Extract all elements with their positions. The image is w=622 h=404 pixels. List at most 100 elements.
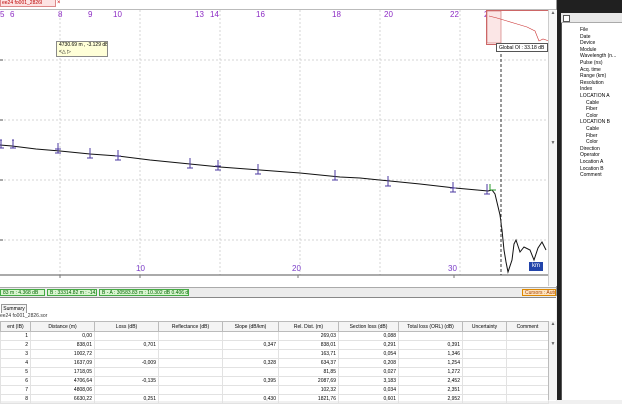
scroll-up-icon[interactable]: ▲ bbox=[550, 321, 556, 328]
table-cell: 1,254 bbox=[398, 358, 463, 368]
table-cell: 3,183 bbox=[338, 376, 399, 386]
table-cell: 1,272 bbox=[398, 367, 463, 377]
cursor-mode-button[interactable]: Cursors : Auto bbox=[522, 289, 556, 296]
expand-icon[interactable] bbox=[563, 15, 570, 22]
table-cell: 6 bbox=[0, 376, 31, 386]
table-cell: 4808,06 bbox=[30, 385, 95, 395]
summary-file-name: ee24 fo001_2826.sor bbox=[0, 313, 48, 319]
marker-readout: 4730.69 m , -3.129 dB <△ ▷ bbox=[56, 41, 108, 57]
table-cell bbox=[158, 394, 223, 404]
column-header[interactable]: Uncertainty bbox=[462, 321, 507, 332]
property-label: Location A bbox=[580, 159, 604, 165]
tab-summary[interactable]: Summary bbox=[1, 304, 27, 313]
table-cell: 6630,22 bbox=[30, 394, 95, 404]
table-cell bbox=[94, 349, 159, 359]
property-label: Fiber bbox=[586, 132, 598, 139]
property-label: Comment bbox=[580, 172, 602, 179]
table-vertical-scrollbar[interactable]: ▲ ▼ bbox=[548, 321, 557, 400]
column-header[interactable]: Slope (dB/km) bbox=[222, 321, 279, 332]
table-cell: 163,71 bbox=[278, 349, 339, 359]
column-header[interactable]: Comment bbox=[506, 321, 549, 332]
table-cell bbox=[462, 349, 507, 359]
table-cell: 2,952 bbox=[398, 394, 463, 404]
property-label: Resolution bbox=[580, 79, 604, 86]
cursor-b-marker bbox=[489, 184, 496, 191]
column-header[interactable]: Reflectance (dB) bbox=[158, 321, 223, 332]
table-cell bbox=[506, 376, 549, 386]
table-row[interactable]: 3 1002,72 163,71 0,054 1,346 bbox=[0, 349, 549, 359]
table-cell: 5 bbox=[0, 367, 31, 377]
table-row[interactable]: 6 4706,64 -0,135 0,395 2087,69 3,183 2,452 bbox=[0, 376, 549, 386]
property-label: Location B bbox=[580, 165, 604, 172]
scroll-down-icon[interactable]: ▼ bbox=[550, 341, 556, 348]
table-cell bbox=[222, 331, 279, 341]
table-cell bbox=[462, 331, 507, 341]
table-cell: 0,027 bbox=[338, 367, 399, 377]
cursor-a-readout: 83 m : 4.368 dB bbox=[0, 289, 45, 296]
table-cell bbox=[94, 331, 159, 341]
table-cell: 1002,72 bbox=[30, 349, 95, 359]
table-cell: 0,251 bbox=[94, 394, 159, 404]
column-header[interactable]: Rel. Dist. (m) bbox=[278, 321, 339, 332]
x-tick-label: 10 bbox=[136, 264, 145, 273]
table-cell: 2,351 bbox=[398, 385, 463, 395]
column-header[interactable]: ent (IB) bbox=[0, 321, 31, 332]
table-cell bbox=[506, 394, 549, 404]
table-cell bbox=[462, 358, 507, 368]
table-cell bbox=[158, 376, 223, 386]
column-header[interactable]: Total loss (ORL) (dB) bbox=[398, 321, 463, 332]
property-label: File bbox=[580, 27, 589, 33]
graph-vertical-scrollbar[interactable]: ▲ ▼ bbox=[548, 10, 557, 286]
table-cell bbox=[462, 394, 507, 404]
column-header[interactable]: Loss (dB) bbox=[94, 321, 159, 332]
table-cell: 8 bbox=[0, 394, 31, 404]
global-loss-label: Global OI : 33.18 dB bbox=[496, 43, 548, 52]
table-cell bbox=[222, 385, 279, 395]
property-label: Cable bbox=[586, 126, 600, 132]
property-label: Wavelength (n... bbox=[580, 53, 617, 60]
table-cell: 4706,64 bbox=[30, 376, 95, 386]
table-row[interactable]: 8 6630,22 0,251 0,430 1821,76 0,601 2,952 bbox=[0, 394, 549, 404]
property-label: Operator bbox=[580, 152, 600, 159]
table-cell bbox=[158, 385, 223, 395]
table-cell bbox=[462, 340, 507, 350]
table-row[interactable]: 4 1637,09 -0,009 0,328 634,37 0,208 1,254 bbox=[0, 358, 549, 368]
table-cell: 0,208 bbox=[338, 358, 399, 368]
table-row[interactable]: 7 4808,06 102,32 0,034 2,351 bbox=[0, 385, 549, 395]
scroll-up-icon[interactable]: ▲ bbox=[550, 10, 556, 17]
property-label: Fiber bbox=[586, 106, 598, 113]
trace-overview-thumbnail[interactable] bbox=[486, 10, 552, 45]
table-cell: 838,01 bbox=[278, 340, 339, 350]
table-cell: 634,37 bbox=[278, 358, 339, 368]
table-cell bbox=[506, 358, 549, 368]
property-label: Color bbox=[586, 112, 598, 119]
column-header[interactable]: Section loss (dB) bbox=[338, 321, 399, 332]
table-cell: 0,034 bbox=[338, 385, 399, 395]
table-cell bbox=[222, 349, 279, 359]
unit-badge[interactable]: km bbox=[529, 262, 543, 271]
table-row[interactable]: 5 1718,05 81,85 0,027 1,272 bbox=[0, 367, 549, 377]
table-cell bbox=[94, 367, 159, 377]
table-cell: 0,701 bbox=[94, 340, 159, 350]
table-cell: 0,391 bbox=[398, 340, 463, 350]
table-cell bbox=[506, 340, 549, 350]
table-cell: 269,03 bbox=[278, 331, 339, 341]
scroll-down-icon[interactable]: ▼ bbox=[550, 140, 556, 147]
cursor-ab-readout: B - A : 30583.83 m : 10.302 dB 0.406 dB/… bbox=[99, 289, 189, 296]
table-row[interactable]: 2 838,01 0,701 0,347 838,01 0,291 0,391 bbox=[0, 340, 549, 350]
property-label: Color bbox=[586, 139, 598, 146]
column-header[interactable]: Distance (m) bbox=[30, 321, 95, 332]
table-cell: 0,088 bbox=[338, 331, 399, 341]
property-label: Date bbox=[580, 33, 591, 40]
table-cell bbox=[158, 331, 223, 341]
property-label: Device bbox=[580, 40, 596, 47]
table-cell: 0,291 bbox=[338, 340, 399, 350]
table-cell bbox=[506, 367, 549, 377]
event-markers bbox=[0, 139, 490, 195]
table-cell bbox=[94, 385, 159, 395]
property-label: Range (km) bbox=[580, 73, 607, 80]
table-cell: 2,452 bbox=[398, 376, 463, 386]
table-row[interactable]: 1 0,00 269,03 0,088 bbox=[0, 331, 549, 341]
table-cell: 4 bbox=[0, 358, 31, 368]
table-cell: 3 bbox=[0, 349, 31, 359]
